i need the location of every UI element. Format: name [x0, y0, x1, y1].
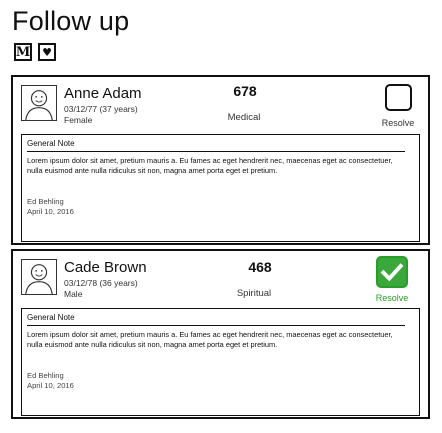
resolve-checkbox-checked[interactable]: [376, 256, 408, 288]
person-icon: [25, 90, 53, 120]
patient-dob: 03/12/78 (36 years): [64, 278, 138, 288]
patient-name[interactable]: Cade Brown: [64, 259, 147, 276]
general-note: General Note Lorem ipsum dolor sit amet,…: [21, 134, 420, 242]
note-divider: [27, 151, 405, 152]
category-label: Spiritual: [236, 288, 272, 299]
note-author: Ed Behling: [27, 371, 64, 380]
note-divider: [27, 325, 405, 326]
checkmark-icon: [380, 263, 404, 282]
followup-count: 468: [248, 259, 272, 275]
patient-card: Anne Adam 03/12/77 (37 years) Female 678…: [11, 75, 430, 245]
patient-card: Cade Brown 03/12/78 (36 years) Male 468 …: [11, 249, 430, 419]
note-body: Lorem ipsum dolor sit amet, pretium maur…: [27, 330, 393, 349]
resolve-checkbox[interactable]: [385, 84, 412, 111]
avatar: [21, 85, 57, 121]
note-title: General Note: [27, 313, 75, 322]
person-icon: [25, 264, 53, 294]
patient-gender: Male: [64, 289, 83, 299]
note-date: April 10, 2016: [27, 207, 74, 216]
patient-gender: Female: [64, 115, 93, 125]
patient-name[interactable]: Anne Adam: [64, 85, 142, 102]
resolve-label[interactable]: Resolve: [378, 118, 418, 128]
note-title: General Note: [27, 139, 75, 148]
category-label: Medical: [227, 112, 261, 123]
m-icon[interactable]: M: [14, 43, 32, 61]
general-note: General Note Lorem ipsum dolor sit amet,…: [21, 308, 420, 416]
heart-icon[interactable]: ♥: [38, 43, 56, 61]
note-body: Lorem ipsum dolor sit amet, pretium maur…: [27, 156, 393, 175]
followup-count: 678: [233, 83, 257, 99]
patient-dob: 03/12/77 (37 years): [64, 104, 138, 114]
header-icon-row: M ♥: [14, 43, 56, 61]
note-author: Ed Behling: [27, 197, 64, 206]
avatar: [21, 259, 57, 295]
resolve-label[interactable]: Resolve: [372, 293, 412, 303]
page-title: Follow up: [12, 6, 130, 36]
note-date: April 10, 2016: [27, 381, 74, 390]
